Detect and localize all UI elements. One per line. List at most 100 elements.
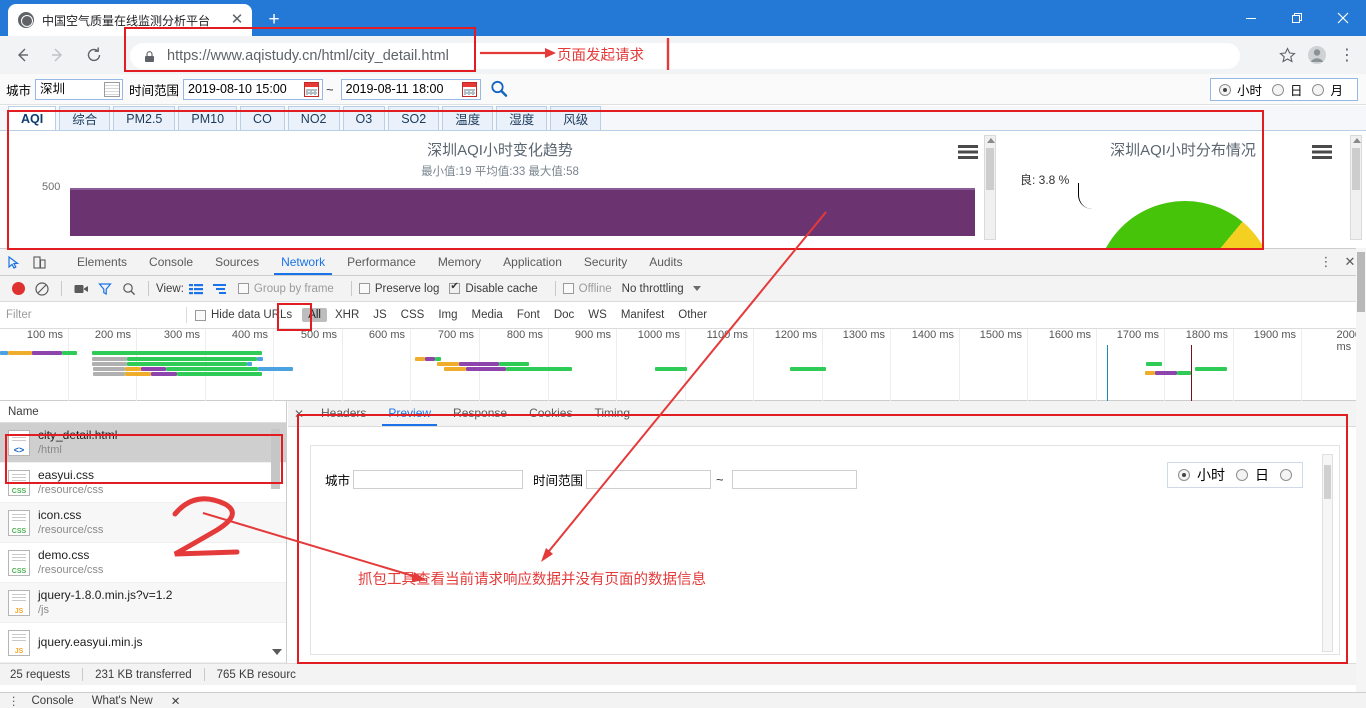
scrollbar-thumb[interactable] <box>986 148 994 190</box>
devtools-tab-performance[interactable]: Performance <box>336 249 427 275</box>
chart-scrollbar[interactable] <box>1350 135 1362 240</box>
table-row[interactable]: <> city_detail.html /html <box>0 423 286 463</box>
search-icon[interactable] <box>117 277 141 301</box>
tab-no2[interactable]: NO2 <box>287 106 340 130</box>
list-view-icon[interactable] <box>184 277 208 301</box>
table-row[interactable]: CSS easyui.css /resource/css <box>0 463 286 503</box>
close-icon[interactable]: ✕ <box>288 407 310 421</box>
devtools-more-icon[interactable]: ⋮ <box>1314 249 1338 275</box>
close-icon[interactable]: ✕ <box>228 11 246 29</box>
close-icon[interactable] <box>1320 0 1366 36</box>
forward-icon[interactable] <box>44 41 72 69</box>
chart-scrollbar[interactable] <box>984 135 996 240</box>
tab-temperature[interactable]: 温度 <box>442 106 494 130</box>
devtools-tab-elements[interactable]: Elements <box>66 249 138 275</box>
minimize-icon[interactable] <box>1228 0 1274 36</box>
waterfall-view-icon[interactable] <box>208 277 232 301</box>
throttling-select[interactable]: No throttling <box>622 283 701 295</box>
devtools-tab-network[interactable]: Network <box>270 249 336 275</box>
filter-type-media[interactable]: Media <box>466 308 509 322</box>
inspect-element-icon[interactable] <box>0 249 26 275</box>
tab-pm10[interactable]: PM10 <box>178 106 238 130</box>
detail-tab-preview[interactable]: Preview <box>377 401 442 426</box>
group-by-frame-checkbox[interactable]: Group by frame <box>237 283 334 295</box>
tab-wind[interactable]: 风级 <box>550 106 602 130</box>
filter-type-img[interactable]: Img <box>432 308 463 322</box>
city-picker-icon[interactable] <box>104 81 121 97</box>
tab-zonghe[interactable]: 综合 <box>59 106 111 130</box>
preview-date-start-input[interactable] <box>586 469 712 489</box>
detail-tab-timing[interactable]: Timing <box>583 401 641 426</box>
camera-icon[interactable] <box>69 277 93 301</box>
reload-icon[interactable] <box>80 41 108 69</box>
calendar-icon[interactable] <box>304 81 320 97</box>
new-tab-button[interactable]: + <box>262 9 286 33</box>
radio-hour[interactable] <box>1218 83 1231 96</box>
devtools-tab-security[interactable]: Security <box>573 249 638 275</box>
hamburger-icon[interactable] <box>1312 145 1332 159</box>
preview-radio-third[interactable] <box>1280 469 1292 481</box>
tab-so2[interactable]: SO2 <box>388 106 440 130</box>
table-row[interactable]: JS jquery-1.8.0.min.js?v=1.2 /js <box>0 583 286 623</box>
clear-icon[interactable] <box>30 277 54 301</box>
preview-date-end-input[interactable] <box>731 469 857 489</box>
devtools-vertical-scrollbar[interactable] <box>1356 248 1366 692</box>
table-row[interactable]: CSS demo.css /resource/css <box>0 543 286 583</box>
hide-data-urls-checkbox[interactable]: Hide data URLs <box>195 309 292 321</box>
funnel-icon[interactable] <box>93 277 117 301</box>
devtools-tab-memory[interactable]: Memory <box>427 249 492 275</box>
scrollbar-thumb[interactable] <box>1352 148 1360 190</box>
disable-cache-checkbox[interactable]: Disable cache <box>449 281 538 295</box>
radio-month[interactable] <box>1312 83 1325 96</box>
record-icon[interactable] <box>6 277 30 301</box>
date-end-input[interactable]: 2019-08-11 18:00 <box>340 78 481 100</box>
devtools-tab-audits[interactable]: Audits <box>638 249 693 275</box>
network-overview-timeline[interactable]: 100 ms 200 ms 300 ms 400 ms 500 ms 600 m… <box>0 329 1366 401</box>
drawer-tab-console[interactable]: Console <box>32 695 74 707</box>
drawer-more-icon[interactable]: ⋮ <box>8 694 20 708</box>
filter-type-doc[interactable]: Doc <box>548 308 580 322</box>
address-bar[interactable]: https://www.aqistudy.cn/html/city_detail… <box>130 43 1240 69</box>
filter-type-font[interactable]: Font <box>511 308 546 322</box>
filter-type-ws[interactable]: WS <box>582 308 613 322</box>
drawer-tab-whats-new[interactable]: What's New <box>92 695 153 707</box>
chrome-menu-icon[interactable]: ⋮ <box>1332 41 1362 69</box>
scrollbar-thumb[interactable] <box>1357 252 1365 312</box>
filter-type-css[interactable]: CSS <box>395 308 431 322</box>
profile-avatar-icon[interactable] <box>1302 41 1332 69</box>
tab-o3[interactable]: O3 <box>342 106 386 130</box>
table-row[interactable]: JS jquery.easyui.min.js <box>0 623 286 663</box>
calendar-icon[interactable] <box>461 81 477 97</box>
filter-input[interactable]: Filter <box>6 309 178 321</box>
date-start-input[interactable]: 2019-08-10 15:00 <box>183 78 324 100</box>
preview-granularity-radio-group[interactable]: 小时 日 <box>1167 462 1303 488</box>
back-icon[interactable] <box>8 41 36 69</box>
table-row[interactable]: CSS icon.css /resource/css <box>0 503 286 543</box>
filter-type-other[interactable]: Other <box>672 308 713 322</box>
bookmark-star-icon[interactable] <box>1272 41 1302 69</box>
offline-checkbox[interactable]: Offline <box>562 283 612 295</box>
drawer-close-icon[interactable]: ✕ <box>171 694 181 708</box>
filter-type-xhr[interactable]: XHR <box>329 308 365 322</box>
tab-co[interactable]: CO <box>240 106 285 130</box>
devtools-tab-application[interactable]: Application <box>492 249 573 275</box>
tab-humidity[interactable]: 湿度 <box>496 106 548 130</box>
detail-tab-cookies[interactable]: Cookies <box>518 401 583 426</box>
tab-pm25[interactable]: PM2.5 <box>113 106 176 130</box>
preview-scrollbar[interactable] <box>1322 454 1333 652</box>
devtools-tab-console[interactable]: Console <box>138 249 204 275</box>
scrollbar-thumb[interactable] <box>271 429 280 489</box>
filter-type-all[interactable]: All <box>302 308 327 322</box>
chevron-up-icon[interactable] <box>1353 138 1361 143</box>
preview-city-input[interactable] <box>353 469 524 489</box>
devtools-tab-sources[interactable]: Sources <box>204 249 270 275</box>
preserve-log-checkbox[interactable]: Preserve log <box>358 283 439 295</box>
browser-tab[interactable]: 中国空气质量在线监测分析平台 ✕ <box>8 4 252 36</box>
hamburger-icon[interactable] <box>958 145 978 159</box>
tab-aqi[interactable]: AQI <box>8 106 57 130</box>
network-request-list[interactable]: Name <> city_detail.html /html CSS easyu… <box>0 401 287 663</box>
radio-day[interactable] <box>1271 83 1284 96</box>
filter-type-manifest[interactable]: Manifest <box>615 308 670 322</box>
chevron-up-icon[interactable] <box>987 138 995 143</box>
maximize-icon[interactable] <box>1274 0 1320 36</box>
